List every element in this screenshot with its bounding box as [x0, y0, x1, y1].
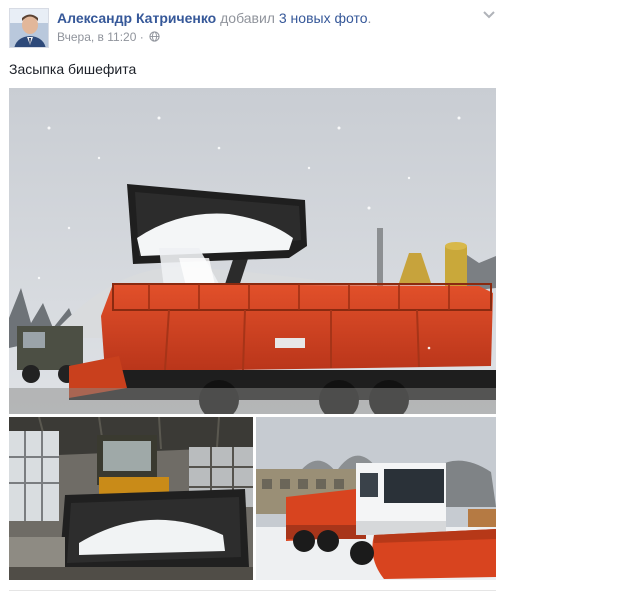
avatar-image: [10, 9, 48, 47]
avatar[interactable]: [9, 8, 49, 48]
post-header: Александр Катриченко добавил 3 новых фот…: [57, 9, 371, 27]
chevron-down-icon[interactable]: [481, 8, 497, 22]
author-name[interactable]: Александр Катриченко: [57, 10, 216, 26]
post-divider: [9, 590, 496, 591]
loader-bucket-salt-image: [9, 417, 253, 580]
salt-loading-truck-image: [9, 88, 496, 414]
post-meta: Вчера, в 11:20 ·: [57, 30, 160, 44]
orange-plow-truck-image: [256, 417, 496, 580]
orange-plow-truck-photo[interactable]: [256, 417, 496, 580]
meta-separator: ·: [139, 30, 144, 44]
globe-icon[interactable]: [149, 31, 160, 42]
post-caption: Засыпка бишефита: [9, 61, 137, 77]
feed-post: Александр Катриченко добавил 3 новых фот…: [0, 0, 640, 593]
loader-bucket-salt-photo[interactable]: [9, 417, 253, 580]
header-period: .: [367, 10, 372, 26]
salt-loading-truck-photo[interactable]: [9, 88, 496, 414]
action-text: добавил: [220, 10, 275, 26]
photos-link[interactable]: 3 новых фото: [279, 10, 368, 26]
post-timestamp[interactable]: Вчера, в 11:20: [57, 30, 136, 44]
